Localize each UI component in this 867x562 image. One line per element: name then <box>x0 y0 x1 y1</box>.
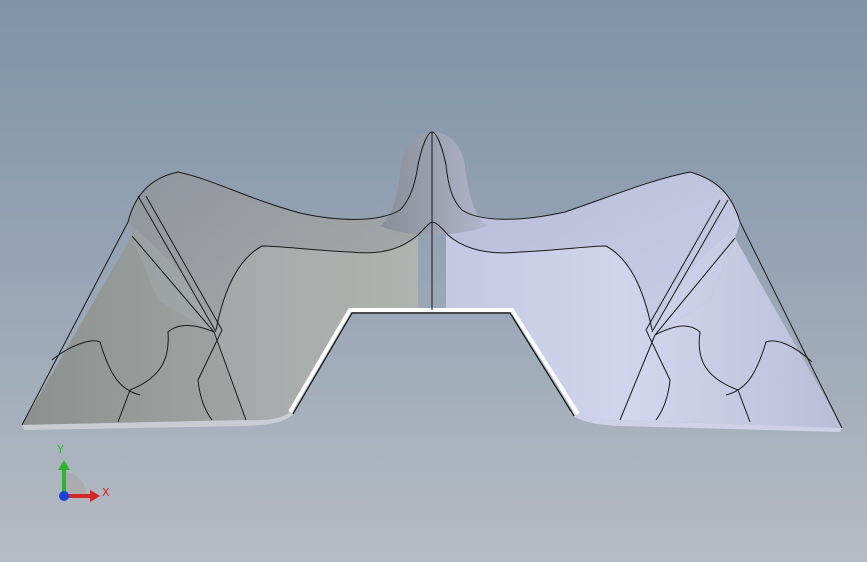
graphics-viewport[interactable]: Y X <box>0 0 867 562</box>
center-peak-face <box>380 132 488 235</box>
view-triad[interactable]: Y X <box>44 440 124 512</box>
z-axis-dot <box>59 491 69 501</box>
y-axis-label: Y <box>57 443 64 456</box>
part-model[interactable] <box>0 0 867 562</box>
triad-graphic <box>58 460 100 502</box>
x-axis-arrow <box>90 490 100 502</box>
y-axis-arrow <box>58 460 70 470</box>
x-axis-label: X <box>102 486 110 499</box>
